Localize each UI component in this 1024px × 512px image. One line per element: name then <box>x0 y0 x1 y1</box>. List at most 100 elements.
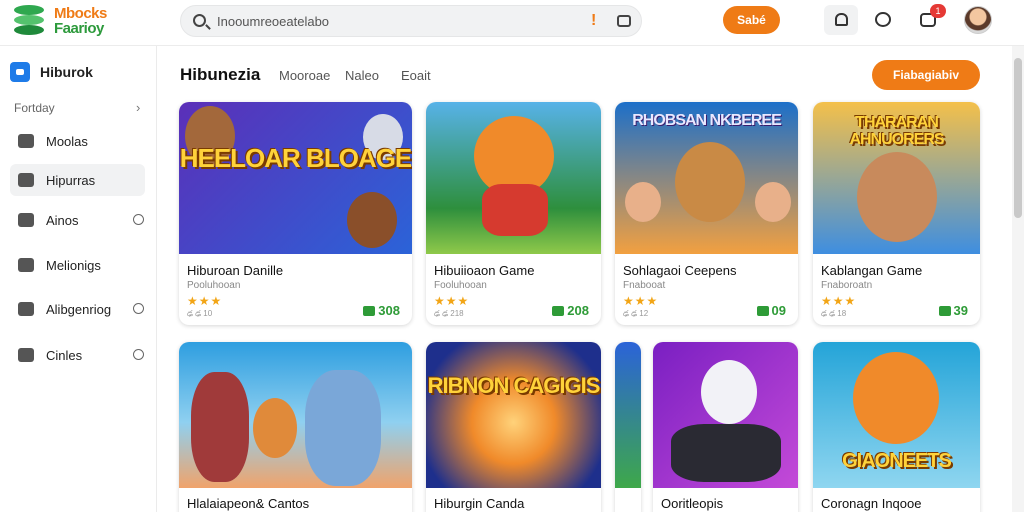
sidebar-item-label: Moolas <box>46 133 88 149</box>
game-subtitle: Pooluhooan <box>187 280 241 291</box>
book-icon <box>18 134 34 148</box>
game-title: Sohlagaoi Ceepens <box>623 263 737 278</box>
game-card[interactable]: GIAONEETS Coronagn Inqooe <box>813 342 980 512</box>
sidebar-item-label: Alibgenriog <box>46 301 112 317</box>
game-title: Hiburgin Canda <box>434 496 525 511</box>
logo-text: Mbocks Faarioy <box>54 6 107 36</box>
game-title: Ooritleopis <box>661 496 724 511</box>
notification-badge: 1 <box>930 4 946 18</box>
sidebar-item-label: Cinles <box>46 347 83 363</box>
game-title: Coronagn Inqooe <box>821 496 922 511</box>
camera-icon[interactable] <box>617 15 631 27</box>
radio-icon[interactable] <box>133 214 144 225</box>
game-title: Kablangan Game <box>821 263 923 278</box>
sidebar-home[interactable]: Hiburok <box>10 62 93 82</box>
chat-button[interactable] <box>866 5 900 35</box>
game-thumbnail <box>615 342 641 488</box>
rating-stars: ★★★ <box>623 294 659 308</box>
search-bar[interactable]: Inooumreoeatelabo ! <box>180 5 642 37</box>
rating-stars: ★★★ <box>187 294 223 308</box>
scrollbar-thumb[interactable] <box>1014 58 1022 218</box>
app-logo[interactable]: Mbocks Faarioy <box>14 5 107 37</box>
tab-1[interactable]: Mooroae <box>279 68 330 83</box>
game-art-title: HEELOAR BLOAGE <box>179 143 412 173</box>
sidebar-section-label: Fortday <box>14 101 55 115</box>
header-action-button[interactable]: Sabé <box>723 6 780 34</box>
game-thumbnail: RIBNON CAGIGIS <box>426 342 601 488</box>
sidebar-item-4[interactable]: Melionigs <box>10 249 145 281</box>
sidebar-item-3[interactable]: Ainos <box>10 204 145 236</box>
search-icon <box>193 14 206 27</box>
radio-icon[interactable] <box>133 349 144 360</box>
radio-icon[interactable] <box>133 303 144 314</box>
sidebar-item-label: Hipurras <box>46 172 96 188</box>
game-card[interactable]: Hibuiioaon Game Fooluhooan ★★★ ఢ ఢ 218 2… <box>426 102 601 325</box>
folder-icon <box>18 348 34 362</box>
price-tag[interactable]: 308 <box>363 303 400 318</box>
game-title: Hlalaiapeon& Cantos <box>187 496 310 511</box>
game-title: Hibuiioaon Game <box>434 263 535 278</box>
sidebar-item-1[interactable]: Moolas <box>10 125 145 157</box>
game-card[interactable]: Hlalaiapeon& Cantos <box>179 342 412 512</box>
microphone-icon[interactable]: ! <box>591 12 596 30</box>
game-art-title: THARARAN AHNUORERS <box>849 114 944 148</box>
logo-line2: Faarioy <box>54 20 104 37</box>
price-tag[interactable]: 09 <box>756 303 786 318</box>
review-count: ఢ ఢ 10 <box>187 309 213 318</box>
game-art-title: RHOBSAN NKBEREE <box>632 112 782 129</box>
avatar[interactable] <box>964 6 992 34</box>
bell-button[interactable] <box>824 5 858 35</box>
tab-2[interactable]: Naleo <box>345 68 379 83</box>
play-icon <box>552 306 565 316</box>
game-thumbnail: THARARAN AHNUORERS <box>813 102 980 254</box>
sidebar: Hiburok Fortday › Moolas Hipurras Ainos … <box>0 46 157 512</box>
game-subtitle: Fnabooat <box>623 280 666 291</box>
brush-icon <box>18 258 34 272</box>
game-card[interactable]: RHOBSAN NKBEREE Sohlagaoi Ceepens Fnaboo… <box>615 102 798 325</box>
game-subtitle: Fnaboroatn <box>821 280 873 291</box>
main-action-button[interactable]: Fiabagiabiv <box>872 60 980 90</box>
play-icon <box>938 306 951 316</box>
rating-stars: ★★★ <box>821 294 857 308</box>
game-thumbnail: RHOBSAN NKBEREE <box>615 102 798 254</box>
game-card[interactable]: HEELOAR BLOAGE Hiburoan Danille Pooluhoo… <box>179 102 412 325</box>
game-subtitle: Fooluhooan <box>434 280 487 291</box>
review-count: ఢ ఢ 18 <box>821 309 847 318</box>
game-card[interactable]: THARARAN AHNUORERS Kablangan Game Fnabor… <box>813 102 980 325</box>
chat-icon <box>875 12 891 27</box>
game-card-partial[interactable] <box>615 342 641 512</box>
play-icon <box>363 306 376 316</box>
chevron-right-icon[interactable]: › <box>136 100 140 115</box>
app-icon <box>10 62 30 82</box>
price-value: 208 <box>567 303 589 318</box>
logo-stack-icon <box>14 5 44 37</box>
messages-button[interactable]: 1 <box>912 4 946 35</box>
search-input[interactable]: Inooumreoeatelabo <box>217 14 329 29</box>
rating-stars: ★★★ <box>434 294 470 308</box>
sidebar-item-2[interactable]: Hipurras <box>10 164 145 196</box>
sidebar-item-label: Melionigs <box>46 257 101 273</box>
game-title: Hiburoan Danille <box>187 263 284 278</box>
top-header: Mbocks Faarioy Inooumreoeatelabo ! Sabé … <box>0 0 1024 46</box>
calendar-icon <box>18 302 34 316</box>
price-value: 09 <box>771 303 786 318</box>
sidebar-item-label: Ainos <box>46 212 79 228</box>
tab-3[interactable]: Eoait <box>401 68 431 83</box>
folder-icon <box>18 173 34 187</box>
game-thumbnail <box>179 342 412 488</box>
price-tag[interactable]: 39 <box>938 303 968 318</box>
price-tag[interactable]: 208 <box>552 303 589 318</box>
game-card[interactable]: Ooritleopis <box>653 342 798 512</box>
grid-icon <box>18 213 34 227</box>
price-value: 308 <box>378 303 400 318</box>
sidebar-item-6[interactable]: Cinles <box>10 339 145 371</box>
sidebar-item-5[interactable]: Alibgenriog <box>10 293 145 325</box>
play-icon <box>756 306 769 316</box>
review-count: ఢ ఢ 12 <box>623 309 649 318</box>
game-card[interactable]: RIBNON CAGIGIS Hiburgin Canda <box>426 342 601 512</box>
scrollbar[interactable] <box>1012 46 1024 512</box>
game-thumbnail: HEELOAR BLOAGE <box>179 102 412 254</box>
review-count: ఢ ఢ 218 <box>434 309 464 318</box>
bell-icon <box>835 13 848 26</box>
price-value: 39 <box>953 303 968 318</box>
